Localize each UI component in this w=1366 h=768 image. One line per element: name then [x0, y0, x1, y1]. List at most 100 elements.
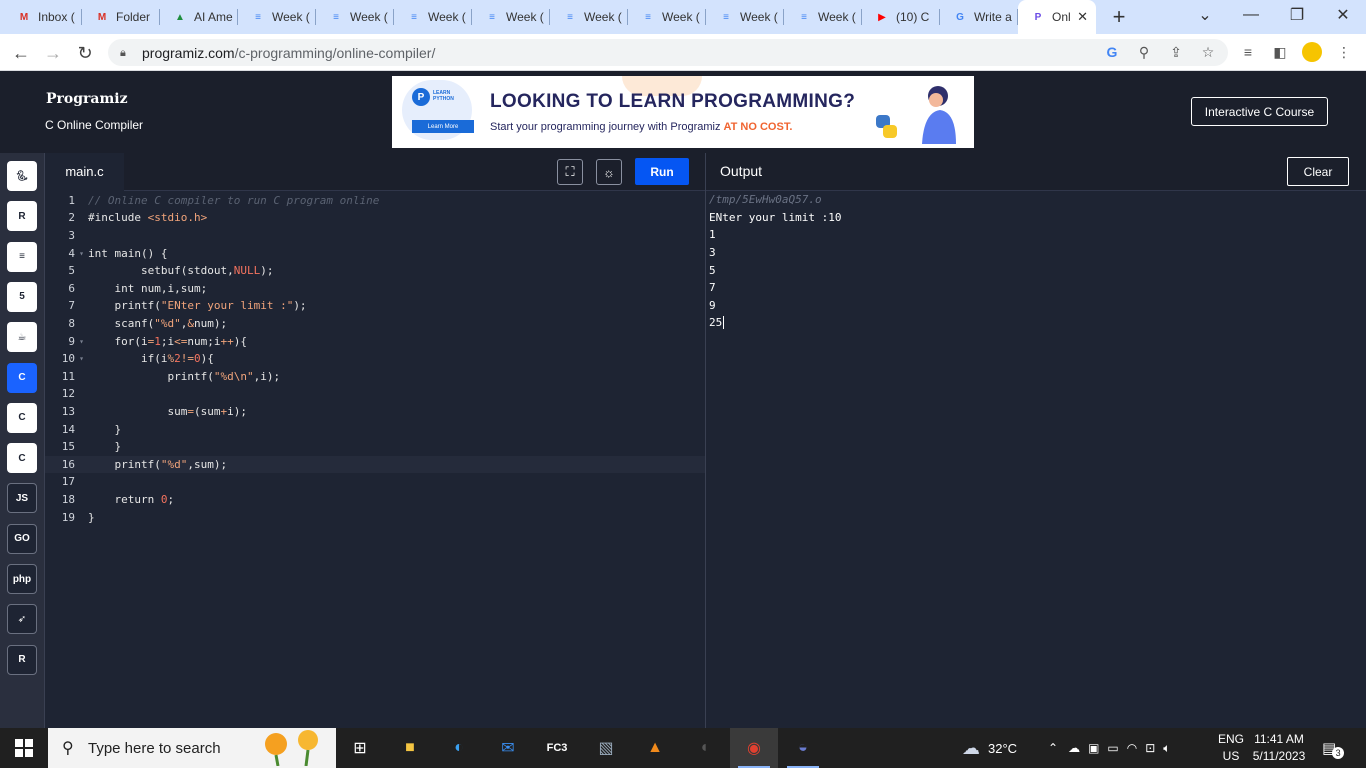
browser-menu-icon[interactable]: ⋮ — [1334, 42, 1354, 62]
code-line[interactable]: 19} — [45, 508, 705, 526]
bookmark-star-icon[interactable]: ☆ — [1198, 42, 1218, 62]
wifi-icon[interactable]: ◠ — [1127, 741, 1137, 755]
notification-center-icon[interactable]: ▤ 3 — [1322, 728, 1345, 768]
task-view-icon[interactable]: ⊞ — [336, 728, 384, 768]
address-bar[interactable]: 🔒︎ programiz.com/c-programming/online-co… — [108, 39, 1228, 66]
profile-avatar[interactable] — [1302, 42, 1322, 62]
code-line[interactable]: 12 — [45, 385, 705, 403]
sidebar-lang-r[interactable]: R — [7, 201, 37, 232]
zoom-icon[interactable]: ⚲ — [1134, 42, 1154, 62]
fullscreen-icon[interactable]: ⛶ — [557, 159, 583, 185]
sidebar-lang-rust[interactable]: R — [7, 644, 37, 675]
vlc-icon[interactable]: ▲ — [631, 728, 679, 768]
show-hidden-icons-icon[interactable]: ⌃ — [1048, 741, 1058, 755]
mouse-app-icon[interactable]: ◖ — [680, 728, 728, 768]
reload-icon[interactable]: ↻ — [72, 40, 98, 66]
media-controls-icon[interactable]: ≡ — [1238, 42, 1258, 62]
code-line[interactable]: 10 ▾ if(i%2!=0){ — [45, 350, 705, 368]
windows-start-icon[interactable] — [0, 728, 48, 768]
sidebar-lang-js[interactable]: JS — [7, 483, 37, 514]
tab-search-icon[interactable]: ⌄ — [1182, 0, 1228, 30]
code-line[interactable]: 18 return 0; — [45, 491, 705, 509]
sidebar-lang-php[interactable]: php — [7, 564, 37, 594]
fold-arrow-icon[interactable]: ▾ — [75, 337, 88, 346]
browser-tab[interactable]: ▶ (10) C — [862, 0, 940, 34]
code-line[interactable]: 6 int num,i,sum; — [45, 280, 705, 298]
share-icon[interactable]: ⇪ — [1166, 42, 1186, 62]
browser-tab[interactable]: ≡ Week ( — [784, 0, 862, 34]
browser-tab[interactable]: ▲ AI Ame — [160, 0, 238, 34]
close-tab-icon[interactable]: ✕ — [1077, 9, 1088, 25]
browser-tab[interactable]: ≡ Week ( — [706, 0, 784, 34]
browser-tab[interactable]: M Inbox ( — [4, 0, 82, 34]
taskbar-clock[interactable]: 11:41 AM 5/11/2023 — [1248, 731, 1310, 765]
code-editor[interactable]: 1 // Online C compiler to run C program o… — [45, 191, 705, 728]
code-line[interactable]: 11 printf("%d\n",i); — [45, 368, 705, 386]
browser-tab[interactable]: P Onl ✕ — [1018, 0, 1096, 34]
edge-browser-icon[interactable]: ◐ — [435, 728, 483, 768]
code-line[interactable]: 5 setbuf(stdout,NULL); — [45, 262, 705, 280]
side-panel-icon[interactable]: ◧ — [1270, 42, 1290, 62]
browser-tab[interactable]: ≡ Week ( — [472, 0, 550, 34]
sidebar-lang-cpp[interactable]: C — [7, 402, 37, 433]
code-line[interactable]: 17 — [45, 473, 705, 491]
sidebar-lang-c[interactable]: C — [7, 362, 37, 393]
run-button[interactable]: Run — [635, 158, 689, 185]
close-window-button[interactable]: ✕ — [1320, 0, 1366, 30]
banner-learn-more-button[interactable]: Learn More — [412, 120, 474, 133]
mail-icon[interactable]: ✉ — [484, 728, 532, 768]
browser-tab[interactable]: ≡ Week ( — [628, 0, 706, 34]
sidebar-lang-go[interactable]: GO — [7, 523, 37, 554]
theme-toggle-sun-icon[interactable]: ☼ — [596, 159, 622, 185]
code-line[interactable]: 4 ▾ int main() { — [45, 244, 705, 262]
google-lens-icon[interactable]: G — [1102, 42, 1122, 62]
fold-arrow-icon[interactable]: ▾ — [75, 249, 88, 258]
file-tab-main-c[interactable]: main.c — [45, 153, 124, 191]
minimize-button[interactable]: — — [1228, 0, 1274, 30]
fold-arrow-icon[interactable]: ▾ — [75, 354, 88, 363]
browser-tab[interactable]: ≡ Week ( — [550, 0, 628, 34]
interactive-course-button[interactable]: Interactive C Course — [1191, 97, 1328, 126]
battery-icon[interactable]: ▭ — [1107, 741, 1118, 755]
fc3-app-icon[interactable]: FC3 — [533, 728, 581, 768]
network-icon[interactable]: ⊡ — [1145, 741, 1155, 755]
new-tab-button[interactable]: + — [1104, 0, 1134, 34]
clear-button[interactable]: Clear — [1287, 157, 1349, 186]
output-console[interactable]: /tmp/5EwHw0aQ57.o ENter your limit :10 1 3… — [706, 191, 1366, 728]
code-line[interactable]: 2 #include <stdio.h> — [45, 209, 705, 227]
input-language-indicator[interactable]: ENG US — [1217, 731, 1245, 765]
sidebar-lang-csharp[interactable]: C — [7, 443, 37, 474]
sidebar-lang-java[interactable]: ☕︎ — [7, 322, 37, 353]
browser-tab[interactable]: ≡ Week ( — [238, 0, 316, 34]
code-line[interactable]: 14 } — [45, 420, 705, 438]
code-line[interactable]: 9 ▾ for(i=1;i<=num;i++){ — [45, 332, 705, 350]
photos-app-icon[interactable]: ▧ — [582, 728, 630, 768]
chrome-taskbar-icon[interactable]: ◉ — [730, 728, 778, 768]
taskbar-search-box[interactable]: ⚲ Type here to search — [48, 728, 336, 768]
back-icon[interactable]: ← — [8, 40, 34, 66]
code-line[interactable]: 16 printf("%d",sum); — [45, 455, 705, 474]
code-line[interactable]: 7 printf("ENter your limit :"); — [45, 297, 705, 315]
browser-tab[interactable]: M Folder — [82, 0, 160, 34]
meet-now-icon[interactable]: ▣ — [1088, 741, 1099, 755]
code-line[interactable]: 8 scanf("%d",&num); — [45, 315, 705, 333]
restore-button[interactable]: ❐ — [1274, 0, 1320, 30]
eclipse-icon[interactable]: ◒ — [779, 728, 827, 768]
browser-tab[interactable]: G Write a — [940, 0, 1018, 34]
sidebar-lang-swift[interactable]: ➶ — [7, 604, 37, 635]
code-line[interactable]: 15 } — [45, 438, 705, 456]
weather-widget[interactable]: ☁ 32°C — [962, 728, 1017, 768]
onedrive-icon[interactable]: ☁ — [1068, 741, 1080, 755]
browser-tab[interactable]: ≡ Week ( — [394, 0, 472, 34]
code-line[interactable]: 3 — [45, 227, 705, 245]
forward-icon[interactable]: → — [40, 40, 66, 66]
sidebar-lang-sql[interactable]: ≡ — [7, 241, 37, 272]
programiz-logo[interactable]: Programiz — [46, 91, 128, 107]
volume-icon[interactable]: 🔈︎ — [1163, 741, 1170, 756]
code-line[interactable]: 1 // Online C compiler to run C program o… — [45, 192, 705, 210]
code-line[interactable]: 13 sum=(sum+i); — [45, 403, 705, 421]
sidebar-lang-html[interactable]: 5 — [7, 281, 37, 312]
file-explorer-icon[interactable]: ■ — [386, 728, 434, 768]
browser-tab[interactable]: ≡ Week ( — [316, 0, 394, 34]
ad-banner[interactable]: P LEARN PYTHON Learn More LOOKING TO LEA… — [392, 76, 974, 148]
